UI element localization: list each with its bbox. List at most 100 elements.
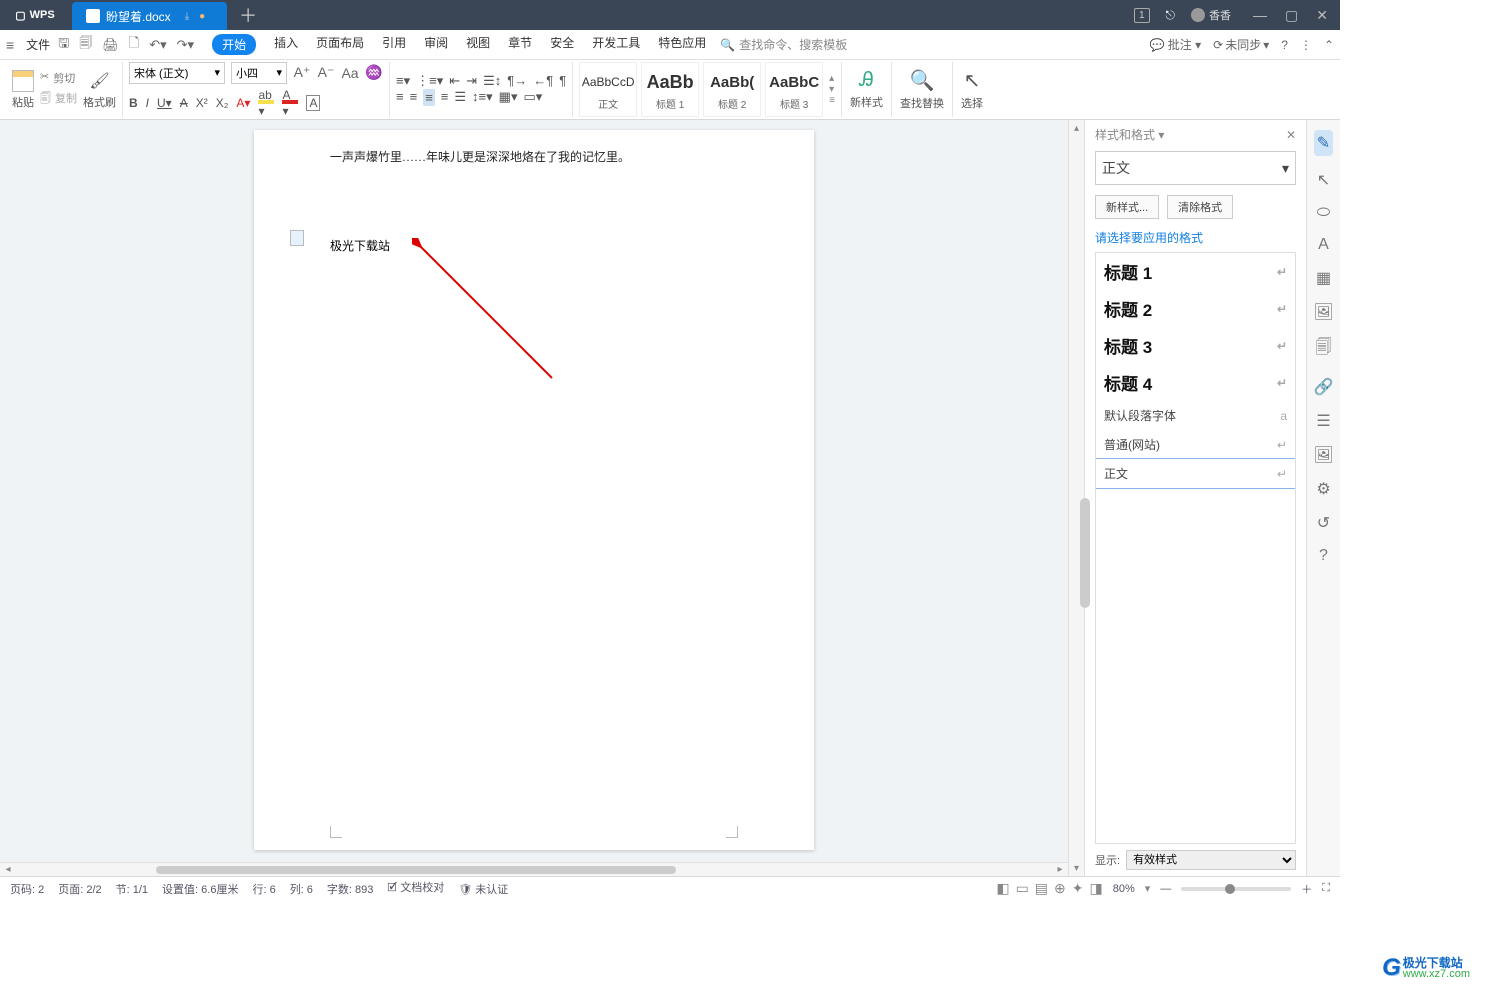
scroll-right-icon[interactable]: ▸ [1052, 863, 1068, 876]
rail-help-icon[interactable]: ? [1319, 547, 1328, 565]
status-words[interactable]: 字数: 893 [327, 881, 373, 897]
document-view[interactable]: 一声声爆竹里……年味儿更是深深地烙在了我的记忆里。 极光下载站 ◂ ▸ [0, 120, 1068, 876]
annotation-button[interactable]: 💬 批注 ▾ [1149, 36, 1201, 53]
print-preview-icon[interactable]: 🗋 [129, 34, 139, 56]
view-sidebar-icon[interactable]: ◧ [996, 880, 1009, 897]
status-col[interactable]: 列: 6 [290, 881, 313, 897]
align-center-button[interactable]: ≡ [410, 89, 418, 106]
format-painter-button[interactable]: 🖌 格式刷 [83, 70, 116, 110]
rail-text-icon[interactable]: A [1318, 236, 1329, 254]
strikethrough-button[interactable]: A [180, 96, 188, 110]
help-icon[interactable]: ? [1281, 38, 1288, 52]
change-case-icon[interactable]: Aa [341, 64, 359, 82]
bullets-button[interactable]: ≡▾ [396, 73, 410, 89]
tab-special[interactable]: 特色应用 [658, 34, 706, 55]
sync-status[interactable]: ⟳ 未同步 ▾ [1213, 36, 1269, 53]
style-item-heading4[interactable]: 标题 4↵ [1096, 364, 1295, 401]
italic-button[interactable]: I [146, 96, 149, 110]
zoom-value[interactable]: 80% [1113, 883, 1135, 895]
paste-button[interactable]: 粘贴 [12, 70, 34, 110]
fullscreen-icon[interactable]: ⛶ [1322, 882, 1330, 895]
grow-font-icon[interactable]: A⁺ [293, 64, 311, 82]
style-item-web[interactable]: 普通(网站)↵ [1096, 430, 1295, 459]
rail-more-icon[interactable]: 🗐 [1316, 336, 1332, 363]
command-search[interactable]: 🔍 查找命令、搜索模板 [720, 36, 847, 53]
scroll-left-icon[interactable]: ◂ [0, 863, 16, 876]
zoom-out-icon[interactable]: — [1160, 883, 1171, 895]
find-replace-button[interactable]: 🔍查找替换 [892, 62, 953, 117]
style-normal[interactable]: AaBbCcD正文 [579, 62, 637, 117]
rail-shapes-icon[interactable]: ⬭ [1317, 204, 1331, 222]
horizontal-scrollbar[interactable]: ◂ ▸ [0, 862, 1068, 876]
align-right-button[interactable]: ≡ [423, 89, 435, 106]
style-prev-arrow[interactable]: ▴ [829, 73, 835, 84]
zoom-knob[interactable] [1225, 884, 1235, 894]
status-verify[interactable]: 🛡 未认证 [458, 881, 508, 897]
user-account[interactable]: 香香 [1191, 7, 1231, 23]
zoom-slider[interactable] [1181, 887, 1291, 891]
subscript-button[interactable]: X₂ [216, 96, 229, 110]
tab-review[interactable]: 审阅 [424, 34, 448, 55]
border-button[interactable]: ▭▾ [523, 89, 542, 106]
zoom-in-icon[interactable]: ＋ [1301, 881, 1312, 897]
hamburger-icon[interactable]: ≡ [6, 37, 14, 53]
app-logo[interactable]: ▢ WPS [0, 0, 70, 30]
status-row[interactable]: 行: 6 [252, 881, 275, 897]
show-marks-button[interactable]: ¶ [559, 73, 566, 89]
tab-insert[interactable]: 插入 [274, 34, 298, 55]
rail-list-icon[interactable]: ☰ [1316, 411, 1330, 431]
maximize-icon[interactable]: ▢ [1285, 7, 1298, 24]
save-icon[interactable]: 🖫 [58, 34, 69, 56]
paragraph-marker-icon[interactable] [290, 230, 304, 246]
style-item-heading3[interactable]: 标题 3↵ [1096, 327, 1295, 364]
view-web-icon[interactable]: ⊕ [1054, 880, 1066, 897]
style-item-heading2[interactable]: 标题 2↵ [1096, 290, 1295, 327]
tab-reference[interactable]: 引用 [382, 34, 406, 55]
status-page[interactable]: 页面: 2/2 [58, 881, 101, 897]
more-icon[interactable]: ⋮ [1300, 38, 1312, 52]
copy-button[interactable]: 🗐复制 [40, 90, 77, 109]
tab-view[interactable]: 视图 [466, 34, 490, 55]
style-heading1[interactable]: AaBb标题 1 [641, 62, 699, 117]
scrollbar-thumb[interactable] [1080, 498, 1090, 608]
view-draft-icon[interactable]: ◨ [1090, 880, 1103, 897]
scroll-up-icon[interactable]: ▴ [1069, 120, 1084, 136]
save-as-icon[interactable]: 🗐 [79, 34, 92, 56]
cut-button[interactable]: ✂剪切 [40, 70, 77, 86]
align-left-button[interactable]: ≡ [396, 89, 404, 106]
undo-icon[interactable]: ↶▾ [149, 37, 166, 53]
rail-link-icon[interactable]: 🔗 [1314, 377, 1334, 397]
new-style-button[interactable]: 新样式... [1095, 195, 1159, 219]
bold-button[interactable]: B [129, 96, 138, 110]
file-menu[interactable]: 文件 [26, 36, 50, 53]
show-filter-select[interactable]: 有效样式 [1126, 850, 1296, 870]
rail-image-icon[interactable]: 🖼 [1313, 302, 1333, 322]
status-section[interactable]: 节: 1/1 [116, 881, 148, 897]
close-icon[interactable]: ✕ [1316, 7, 1328, 24]
paragraph-1[interactable]: 一声声爆竹里……年味儿更是深深地烙在了我的记忆里。 [330, 148, 738, 165]
collapse-ribbon-icon[interactable]: ⌃ [1324, 38, 1334, 52]
numbering-button[interactable]: ⋮≡▾ [416, 73, 443, 89]
font-name-select[interactable]: 宋体 (正文)▾ [129, 62, 225, 84]
clear-format-button[interactable]: 清除格式 [1167, 195, 1233, 219]
underline-button[interactable]: U▾ [157, 96, 172, 110]
style-next-arrow[interactable]: ▾ [829, 84, 835, 95]
view-outline-icon[interactable]: ✦ [1072, 880, 1084, 897]
clear-format-icon[interactable]: ♒ [365, 64, 383, 82]
vertical-scrollbar[interactable]: ▴ ▾ [1068, 120, 1084, 876]
tab-security[interactable]: 安全 [550, 34, 574, 55]
style-heading3[interactable]: AaBbC标题 3 [765, 62, 823, 117]
box-icon[interactable]: ⎋ [1166, 8, 1176, 23]
select-button[interactable]: ↖选择 [953, 62, 991, 117]
rail-styles-icon[interactable]: ✎ [1314, 130, 1333, 156]
tab-sync-icon[interactable]: ⤓ [185, 11, 189, 22]
current-style-select[interactable]: 正文 ▾ [1095, 151, 1296, 185]
rtl-button[interactable]: ←¶ [533, 73, 553, 89]
tab-developer[interactable]: 开发工具 [592, 34, 640, 55]
rail-table-icon[interactable]: ▦ [1316, 268, 1331, 288]
status-doc-check[interactable]: 🗹 文档校对 [387, 879, 444, 898]
indent-right-button[interactable]: ⇥ [466, 73, 477, 89]
rail-gear-icon[interactable]: ⚙ [1316, 479, 1330, 499]
indent-left-button[interactable]: ⇤ [449, 73, 460, 89]
view-read-icon[interactable]: ▤ [1035, 880, 1048, 897]
